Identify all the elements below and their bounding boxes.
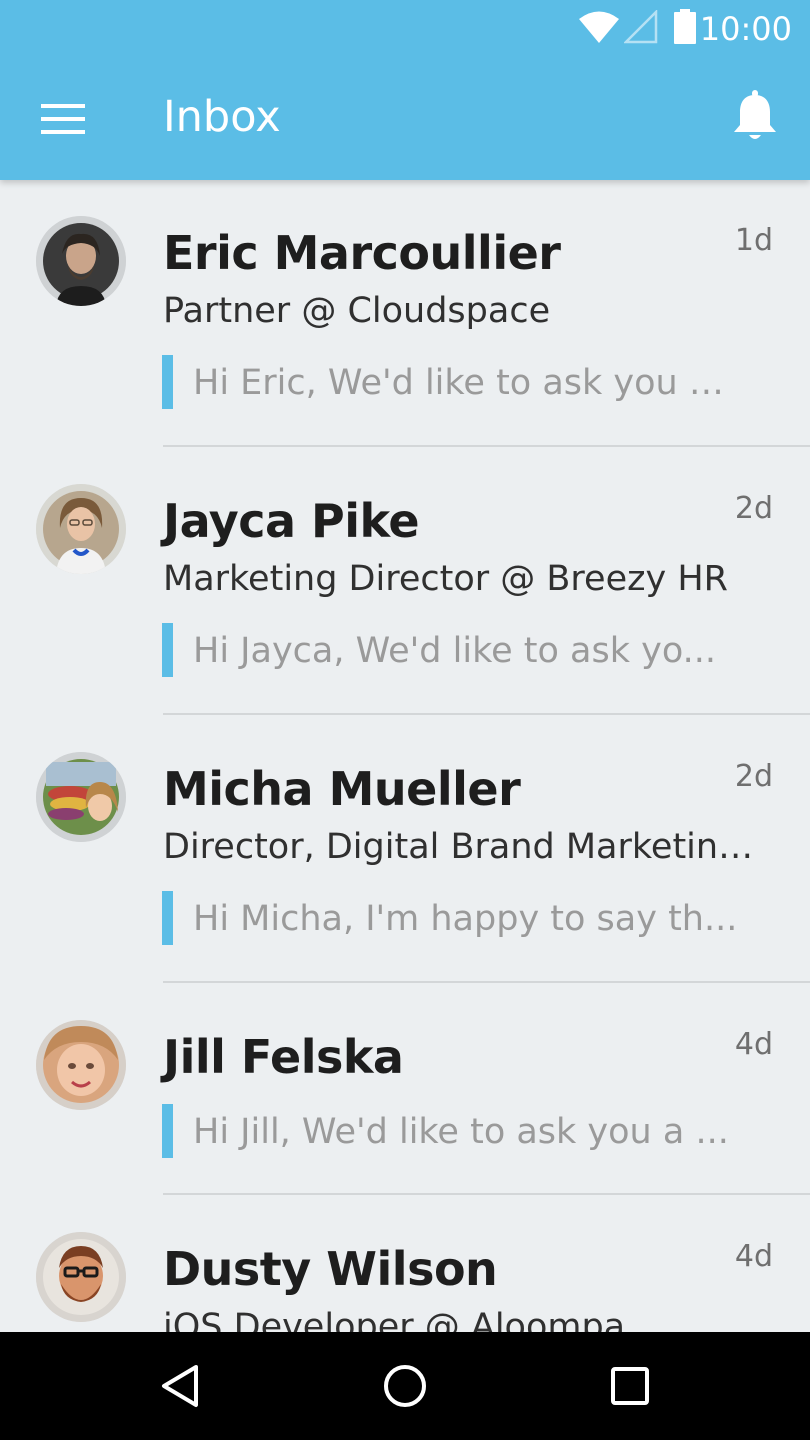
- message-date: 4d: [734, 1027, 773, 1062]
- avatar: [36, 1020, 126, 1110]
- message-item[interactable]: Dusty Wilson 4d iOS Developer @ Aloompa: [0, 1196, 810, 1332]
- home-icon: [384, 1365, 426, 1407]
- wifi-icon: [579, 11, 619, 43]
- message-date: 1d: [734, 223, 773, 258]
- sender-name: Eric Marcoullier: [163, 226, 561, 280]
- preview-accent-bar: [162, 1104, 173, 1158]
- preview-accent-bar: [162, 355, 173, 409]
- sender-subtitle: Director, Digital Brand Marketing ...: [163, 827, 775, 867]
- sender-name: Jayca Pike: [163, 494, 420, 548]
- message-item[interactable]: Micha Mueller 2d Director, Digital Brand…: [0, 716, 810, 984]
- bell-icon: [734, 90, 776, 139]
- message-preview: Hi Micha, I'm happy to say th...: [193, 899, 738, 939]
- avatar: [36, 216, 126, 306]
- avatar: [36, 752, 126, 842]
- signal-icon: [624, 10, 658, 44]
- divider: [163, 713, 810, 715]
- recents-button[interactable]: [600, 1358, 660, 1414]
- message-date: 2d: [734, 491, 773, 526]
- sender-subtitle: Marketing Director @ Breezy HR: [163, 559, 728, 599]
- message-preview: Hi Jill, We'd like to ask you a ...: [193, 1112, 729, 1152]
- avatar: [36, 1232, 126, 1322]
- menu-button[interactable]: [30, 96, 96, 142]
- battery-icon: [674, 9, 696, 44]
- recents-icon: [611, 1367, 649, 1405]
- divider: [163, 981, 810, 983]
- status-time: 10:00: [699, 10, 792, 48]
- message-preview: Hi Jayca, We'd like to ask yo...: [193, 631, 717, 671]
- preview-accent-bar: [162, 891, 173, 945]
- sender-name: Jill Felska: [163, 1030, 404, 1084]
- sender-name: Micha Mueller: [163, 762, 521, 816]
- message-item[interactable]: Eric Marcoullier 1d Partner @ Cloudspace…: [0, 180, 810, 448]
- home-button[interactable]: [375, 1358, 435, 1414]
- back-icon: [162, 1365, 198, 1407]
- message-item[interactable]: Jill Felska 4d Hi Jill, We'd like to ask…: [0, 984, 810, 1196]
- page-title: Inbox: [163, 92, 281, 142]
- back-button[interactable]: [150, 1358, 210, 1414]
- divider: [163, 445, 810, 447]
- sender-subtitle: Partner @ Cloudspace: [163, 291, 551, 331]
- message-item[interactable]: Jayca Pike 2d Marketing Director @ Breez…: [0, 448, 810, 716]
- notifications-button[interactable]: [726, 86, 784, 146]
- message-date: 4d: [734, 1239, 773, 1274]
- message-list: Eric Marcoullier 1d Partner @ Cloudspace…: [0, 180, 810, 1332]
- message-date: 2d: [734, 759, 773, 794]
- app-bar: 10:00 Inbox: [0, 0, 810, 180]
- navigation-bar: [0, 1332, 810, 1440]
- sender-name: Dusty Wilson: [163, 1242, 498, 1296]
- menu-icon: [41, 104, 85, 134]
- status-bar: 10:00: [0, 0, 810, 56]
- sender-subtitle: iOS Developer @ Aloompa: [163, 1307, 626, 1332]
- message-preview: Hi Eric, We'd like to ask you a...: [193, 363, 743, 403]
- divider: [163, 1193, 810, 1195]
- preview-accent-bar: [162, 623, 173, 677]
- avatar: [36, 484, 126, 574]
